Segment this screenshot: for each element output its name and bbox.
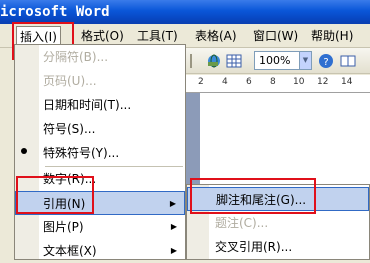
menu-format[interactable]: 格式(O) (78, 27, 127, 45)
ruler-tick: 2 (198, 77, 204, 87)
zoom-combobox[interactable]: 100% ▼ (254, 51, 312, 70)
bullet-icon (21, 148, 27, 154)
menu-item-date-time[interactable]: 日期和时间(T)... (15, 93, 185, 117)
horizontal-ruler: 2 4 6 8 10 12 14 (180, 75, 370, 93)
ruler-tick: 6 (246, 77, 252, 87)
submenu-item-cross-reference[interactable]: 交叉引用(R)... (187, 235, 369, 259)
window-title: icrosoft Word (0, 4, 110, 20)
zoom-value: 100% (259, 54, 291, 67)
reference-submenu: 脚注和尾注(G)... 题注(C)... 交叉引用(R)... (186, 184, 370, 260)
table-icon[interactable] (226, 53, 242, 69)
ruler-tick: 10 (293, 77, 305, 87)
ruler-tick: 14 (341, 77, 353, 87)
menu-help[interactable]: 帮助(H) (308, 27, 356, 45)
hyperlink-icon[interactable] (206, 53, 222, 69)
svg-text:?: ? (323, 57, 328, 68)
submenu-item-caption[interactable]: 题注(C)... (187, 211, 369, 235)
ruler-tick: 12 (317, 77, 329, 87)
chevron-down-icon[interactable]: ▼ (299, 52, 311, 69)
submenu-item-footnote-endnote[interactable]: 脚注和尾注(G)... (187, 187, 369, 211)
submenu-arrow-icon: ▶ (170, 222, 177, 231)
menu-tools[interactable]: 工具(T) (134, 27, 181, 45)
menu-item-symbol[interactable]: 符号(S)... (15, 117, 185, 141)
standard-toolbar: 100% ▼ ? (180, 48, 370, 74)
menu-item-text-box[interactable]: 文本框(X) ▶ (15, 239, 185, 263)
menu-item-break[interactable]: 分隔符(B)... (15, 45, 185, 69)
ruler-tick: 4 (222, 77, 228, 87)
menu-item-reference[interactable]: 引用(N) ▶ (15, 191, 185, 215)
submenu-arrow-icon: ▶ (169, 199, 176, 208)
menu-item-page-numbers[interactable]: 页码(U)... (15, 69, 185, 93)
menu-item-picture[interactable]: 图片(P) ▶ (15, 215, 185, 239)
menu-item-special-symbol[interactable]: 特殊符号(Y)... (15, 141, 185, 165)
menu-table[interactable]: 表格(A) (192, 27, 240, 45)
submenu-arrow-icon: ▶ (170, 246, 177, 255)
reading-layout-icon[interactable] (340, 53, 356, 69)
title-bar: icrosoft Word (0, 0, 370, 24)
help-icon[interactable]: ? (318, 53, 334, 69)
menu-item-number[interactable]: 数字(R)... (15, 167, 185, 191)
menu-window[interactable]: 窗口(W) (250, 27, 301, 45)
toolbar-grip-icon (190, 54, 192, 68)
ruler-tick: 8 (270, 77, 276, 87)
insert-menu-dropdown: 分隔符(B)... 页码(U)... 日期和时间(T)... 符号(S)... … (14, 44, 186, 260)
